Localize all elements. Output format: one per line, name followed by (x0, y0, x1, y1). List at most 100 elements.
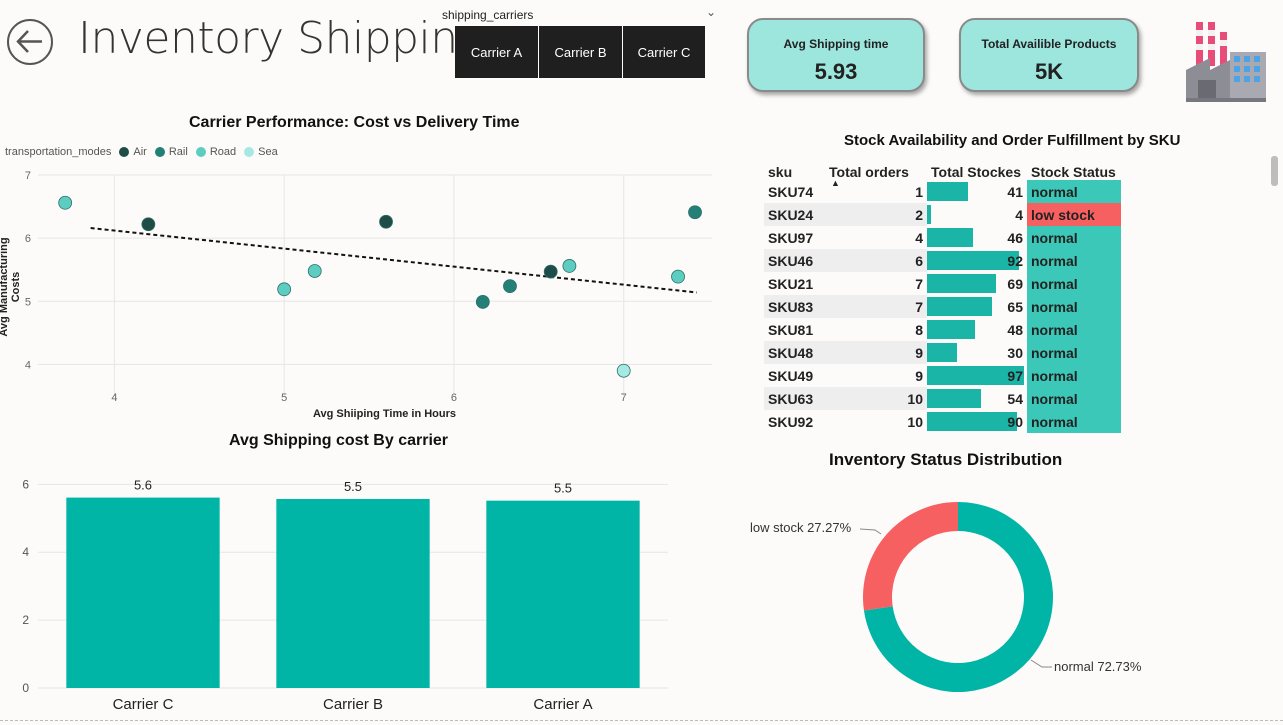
total-stock-cell: 30 (927, 341, 1027, 364)
scatter-x-tick-label: 6 (451, 392, 457, 404)
donut-chart-title: Inventory Status Distribution (829, 450, 1063, 469)
carrier-b-button[interactable]: Carrier B (539, 26, 622, 78)
table-row[interactable]: SKU83 7 65 normal (764, 295, 1121, 318)
sku-cell: SKU24 (764, 203, 825, 226)
donut-leader-line (1030, 659, 1052, 668)
sku-cell: SKU63 (764, 387, 825, 410)
scatter-point-rail[interactable] (688, 205, 702, 220)
table-row[interactable]: SKU46 6 92 normal (764, 249, 1121, 272)
kpi-card-avg-shipping-time: Avg Shipping time 5.93 (747, 18, 925, 92)
factory-icon (1186, 22, 1266, 102)
scatter-point-rail[interactable] (475, 295, 490, 309)
legend-swatch-rail (154, 147, 165, 157)
stock-value: 90 (1007, 413, 1023, 430)
scatter-point-sea[interactable] (616, 363, 631, 378)
scatter-point-road[interactable] (58, 195, 73, 210)
table-scrollbar[interactable] (1271, 156, 1278, 186)
scatter-point-air[interactable] (543, 264, 558, 279)
total-stock-cell: 54 (927, 387, 1027, 410)
table-header-row: sku Total orders ▲ Total Stockes Stock S… (764, 154, 1121, 188)
table-row[interactable]: SKU92 10 90 normal (764, 410, 1121, 433)
scatter-point-road[interactable] (277, 282, 292, 297)
total-orders-cell: 6 (825, 249, 927, 272)
carrier-a-button[interactable]: Carrier A (455, 26, 538, 78)
table-row[interactable]: SKU74 1 41 normal (764, 180, 1121, 203)
chevron-down-icon[interactable]: ⌄ (706, 5, 716, 19)
carrier-slicer-label: shipping_carriers (442, 8, 534, 22)
table-title: Stock Availability and Order Fulfillment… (844, 132, 1181, 149)
table-row[interactable]: SKU24 2 4 low stock (764, 203, 1121, 226)
kpi-label: Total Availible Products (981, 37, 1117, 51)
legend-title: transportation_modes (5, 146, 112, 158)
column-header-sku[interactable]: sku (764, 154, 825, 180)
scatter-chart: 4 5 6 7 4 5 6 7 (25, 170, 712, 404)
table-row[interactable]: SKU48 9 30 normal (764, 341, 1121, 364)
scatter-x-tick-label: 7 (621, 392, 627, 404)
kpi-value: 5.93 (814, 59, 858, 84)
kpi-value: 5K (1034, 59, 1064, 84)
column-header-total-orders[interactable]: Total orders ▲ (825, 154, 927, 188)
legend-label-road: Road (209, 146, 237, 158)
bar-value-label: 5.5 (554, 481, 572, 496)
column-header-stock-status[interactable]: Stock Status (1027, 154, 1121, 180)
stock-status-cell: normal (1027, 180, 1121, 203)
scatter-point-air[interactable] (379, 214, 393, 229)
scatter-point-road[interactable] (671, 269, 685, 284)
total-orders-cell: 1 (915, 183, 923, 200)
scatter-point-road[interactable] (307, 264, 322, 278)
page-title: Inventory Shipping (78, 13, 484, 64)
carrier-c-button[interactable]: Carrier C (623, 26, 705, 78)
bar-carrier-a[interactable] (486, 500, 640, 688)
scatter-legend: transportation_modes Air Rail Road Sea (5, 146, 278, 158)
sku-cell: SKU92 (768, 413, 814, 430)
legend-label-rail: Rail (168, 146, 188, 158)
table-row[interactable]: SKU49 9 97 normal (764, 364, 1121, 387)
bar-carrier-b[interactable] (276, 498, 430, 688)
bar-chart: 0 2 4 6 5.6 Carrier C 5.5 Carrier B 5.5 Carrier A (22, 477, 668, 713)
table-row[interactable]: SKU63 10 54 normal (764, 387, 1121, 410)
stock-value: 41 (1007, 183, 1023, 200)
stock-status-cell: normal (1027, 318, 1121, 341)
stock-status-cell: normal (1027, 295, 1121, 318)
stock-value: 30 (1007, 344, 1023, 361)
stock-value: 65 (1007, 298, 1023, 315)
scatter-point-air[interactable] (141, 217, 156, 232)
total-orders-cell: 7 (825, 295, 927, 318)
sku-table-container: sku Total orders ▲ Total Stockes Stock S… (764, 154, 1121, 433)
scatter-x-tick-label: 5 (281, 392, 287, 404)
table-row[interactable]: SKU97 4 46 normal (764, 226, 1121, 249)
stock-status-cell: normal (1027, 272, 1121, 295)
stock-status-cell: normal (1027, 410, 1121, 433)
bar-y-tick-label: 6 (22, 477, 29, 491)
legend-swatch-sea (244, 147, 255, 157)
donut-leader-line (859, 528, 882, 535)
table-row[interactable]: SKU21 7 69 normal (764, 272, 1121, 295)
column-header-label: Total orders (829, 164, 909, 180)
legend-label-sea: Sea (258, 146, 278, 158)
total-orders-cell: 2 (825, 203, 927, 226)
scatter-x-tick-label: 4 (111, 392, 117, 404)
total-stock-cell: 97 (927, 364, 1027, 387)
donut-slice-low-stock[interactable] (863, 502, 958, 611)
total-stock-cell: 48 (927, 318, 1027, 341)
stock-status-cell: normal (1027, 341, 1121, 364)
bar-category-label: Carrier C (113, 696, 174, 713)
sku-cell: SKU74 (768, 183, 814, 200)
scatter-point-rail[interactable] (503, 279, 517, 294)
stock-status-cell: normal (1027, 249, 1121, 272)
sort-ascending-icon[interactable]: ▲ (831, 178, 840, 188)
total-stock-cell: 65 (927, 295, 1027, 318)
bar-category-label: Carrier B (323, 696, 383, 713)
kpi-card-total-products: Total Availible Products 5K (959, 18, 1139, 92)
table-row[interactable]: SKU81 8 48 normal (764, 318, 1121, 341)
scatter-y-tick-label: 7 (25, 170, 31, 182)
scatter-y-axis-label: Avg Manufacturing Costs (0, 237, 22, 337)
stock-value: 69 (1007, 275, 1023, 292)
bar-carrier-c[interactable] (66, 497, 220, 688)
back-button[interactable] (7, 19, 53, 65)
total-stock-cell: 46 (927, 226, 1027, 249)
total-stock-cell: 41 (927, 180, 1027, 203)
column-header-total-stock[interactable]: Total Stockes (927, 154, 1027, 180)
scatter-point-road[interactable] (562, 259, 577, 273)
total-orders-cell: 4 (915, 229, 923, 246)
